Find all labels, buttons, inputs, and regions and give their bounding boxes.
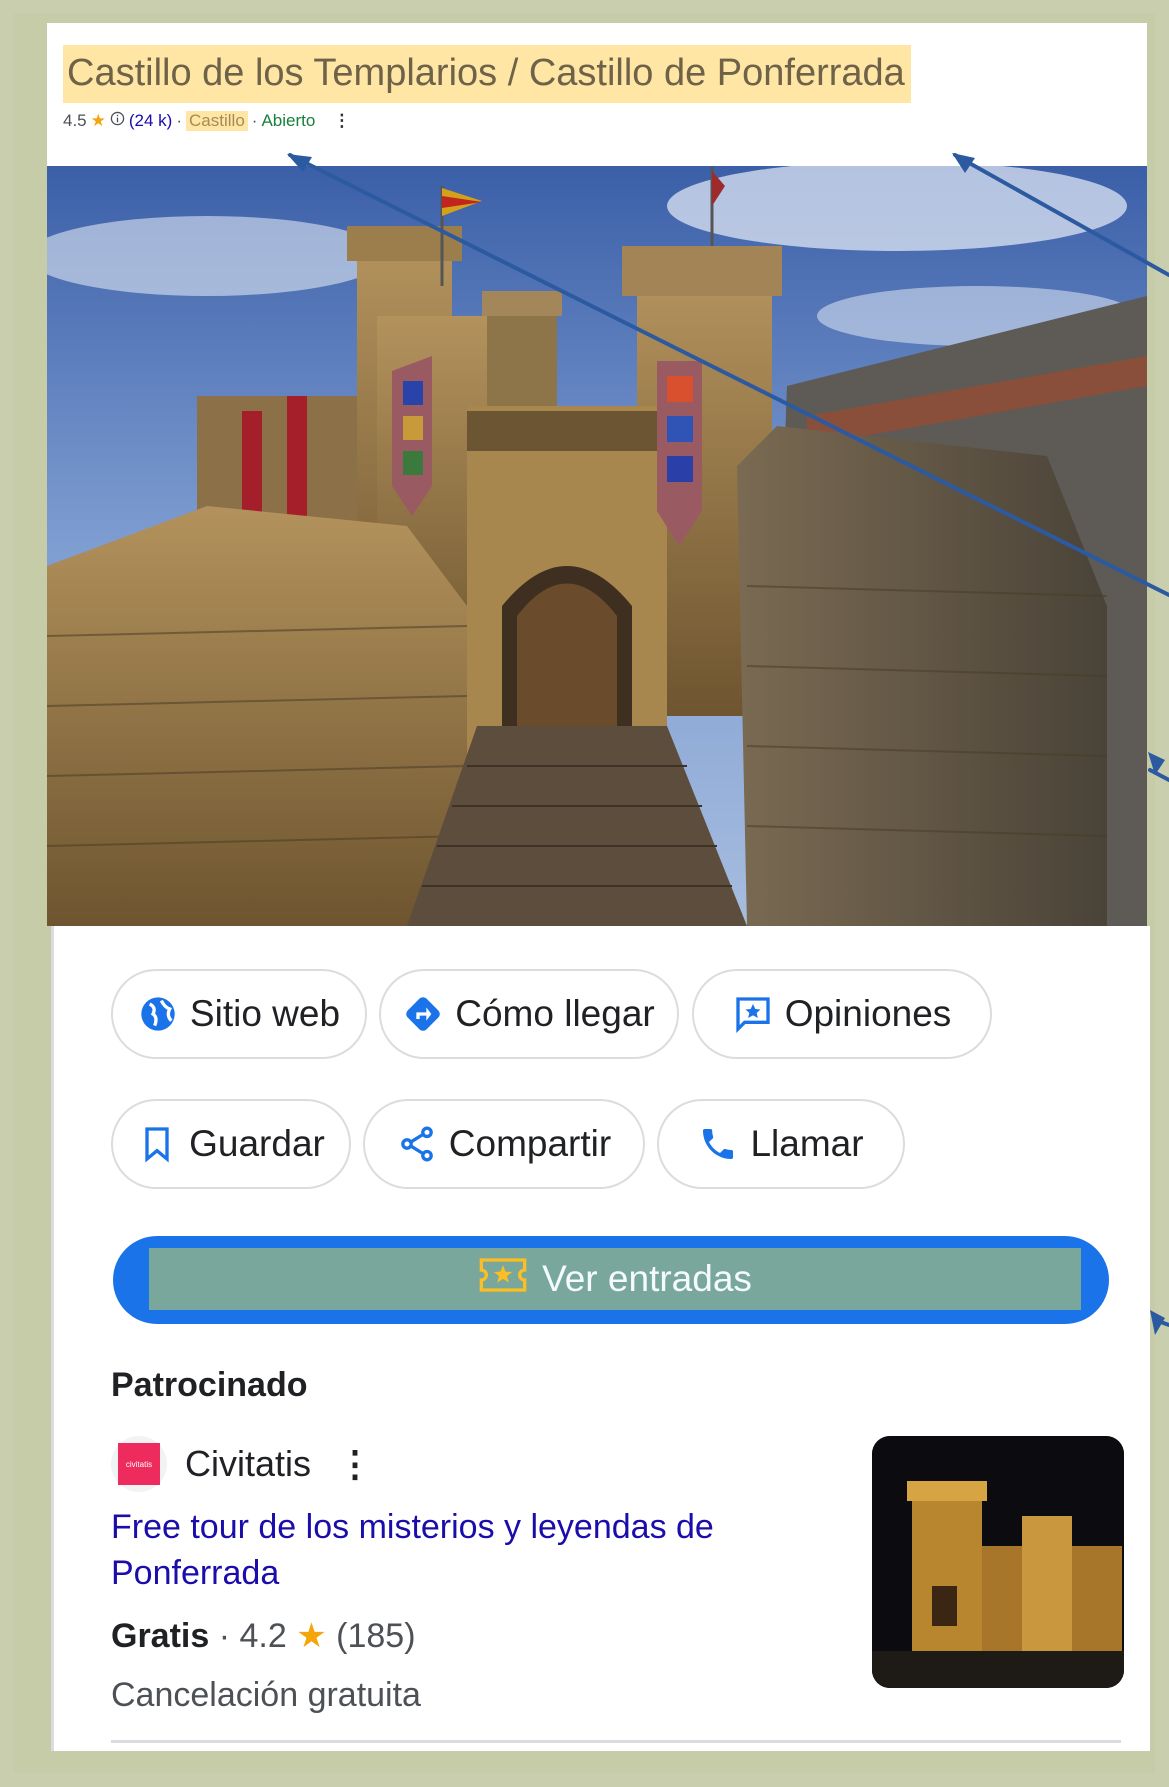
advertiser-name: Civitatis (185, 1443, 312, 1484)
civitatis-logo-mark: civitatis (118, 1443, 160, 1485)
place-title[interactable]: Castillo de los Templarios / Castillo de… (63, 45, 911, 103)
castle-illustration (47, 166, 1147, 926)
bookmark-icon (137, 1124, 177, 1164)
ad-options-icon[interactable]: ⋮ (337, 1443, 373, 1485)
place-header: Castillo de los Templarios / Castillo de… (47, 23, 1147, 166)
reviews-label: Opiniones (784, 993, 952, 1034)
open-status: Abierto (261, 111, 316, 130)
castle-night-illustration (872, 1436, 1124, 1688)
save-label: Guardar (189, 1123, 325, 1164)
tour-price: Gratis (111, 1617, 210, 1655)
website-label: Sitio web (189, 993, 341, 1034)
castle-photo[interactable] (47, 166, 1147, 926)
tour-title-link[interactable]: Free tour de los misterios y leyendas de… (111, 1504, 751, 1596)
ticket-icon (478, 1256, 528, 1303)
meta-separator: · (176, 111, 183, 130)
call-label: Llamar (750, 1123, 864, 1164)
globe-icon (138, 994, 178, 1034)
tour-price-rating: Gratis · 4.2 ★ (185) (111, 1616, 416, 1656)
place-meta: 4.5 ★ (24 k) · Castillo · Abierto ⋮ (63, 111, 350, 131)
view-tickets-label: Ver entradas (542, 1258, 752, 1299)
rating-value: 4.5 (63, 111, 87, 130)
category-label: Castillo (186, 111, 248, 131)
share-label: Compartir (448, 1123, 612, 1164)
sponsored-heading: Patrocinado (111, 1366, 308, 1404)
reviews-count-link[interactable]: (24 k) (129, 111, 172, 131)
directions-icon (403, 994, 443, 1034)
civitatis-logo: civitatis (111, 1436, 167, 1492)
more-options-icon[interactable]: ⋮ (333, 111, 350, 131)
view-tickets-highlight: Ver entradas (149, 1248, 1081, 1310)
review-icon (733, 994, 773, 1034)
advertiser-row: civitatis Civitatis ⋮ (111, 1436, 373, 1492)
tour-thumbnail[interactable] (872, 1436, 1124, 1688)
view-tickets-button[interactable]: Ver entradas (113, 1236, 1109, 1324)
price-separator: · (218, 1617, 231, 1655)
website-button[interactable]: Sitio web (111, 969, 367, 1059)
reviews-button[interactable]: Opiniones (692, 969, 992, 1059)
save-button[interactable]: Guardar (111, 1099, 351, 1189)
star-icon: ★ (90, 111, 106, 130)
info-icon[interactable] (110, 111, 125, 131)
directions-label: Cómo llegar (455, 993, 655, 1034)
share-button[interactable]: Compartir (363, 1099, 645, 1189)
share-icon (397, 1124, 437, 1164)
place-actions-panel: Sitio web Cómo llegar Opiniones Guardar … (51, 926, 1150, 1751)
star-icon: ★ (296, 1617, 327, 1655)
cancellation-policy: Cancelación gratuita (111, 1676, 421, 1714)
call-button[interactable]: Llamar (657, 1099, 905, 1189)
divider (111, 1740, 1121, 1743)
phone-icon (698, 1124, 738, 1164)
directions-button[interactable]: Cómo llegar (379, 969, 679, 1059)
tour-rating: 4.2 (239, 1617, 287, 1655)
meta-separator: · (251, 111, 258, 130)
tour-reviews: (185) (336, 1617, 416, 1655)
